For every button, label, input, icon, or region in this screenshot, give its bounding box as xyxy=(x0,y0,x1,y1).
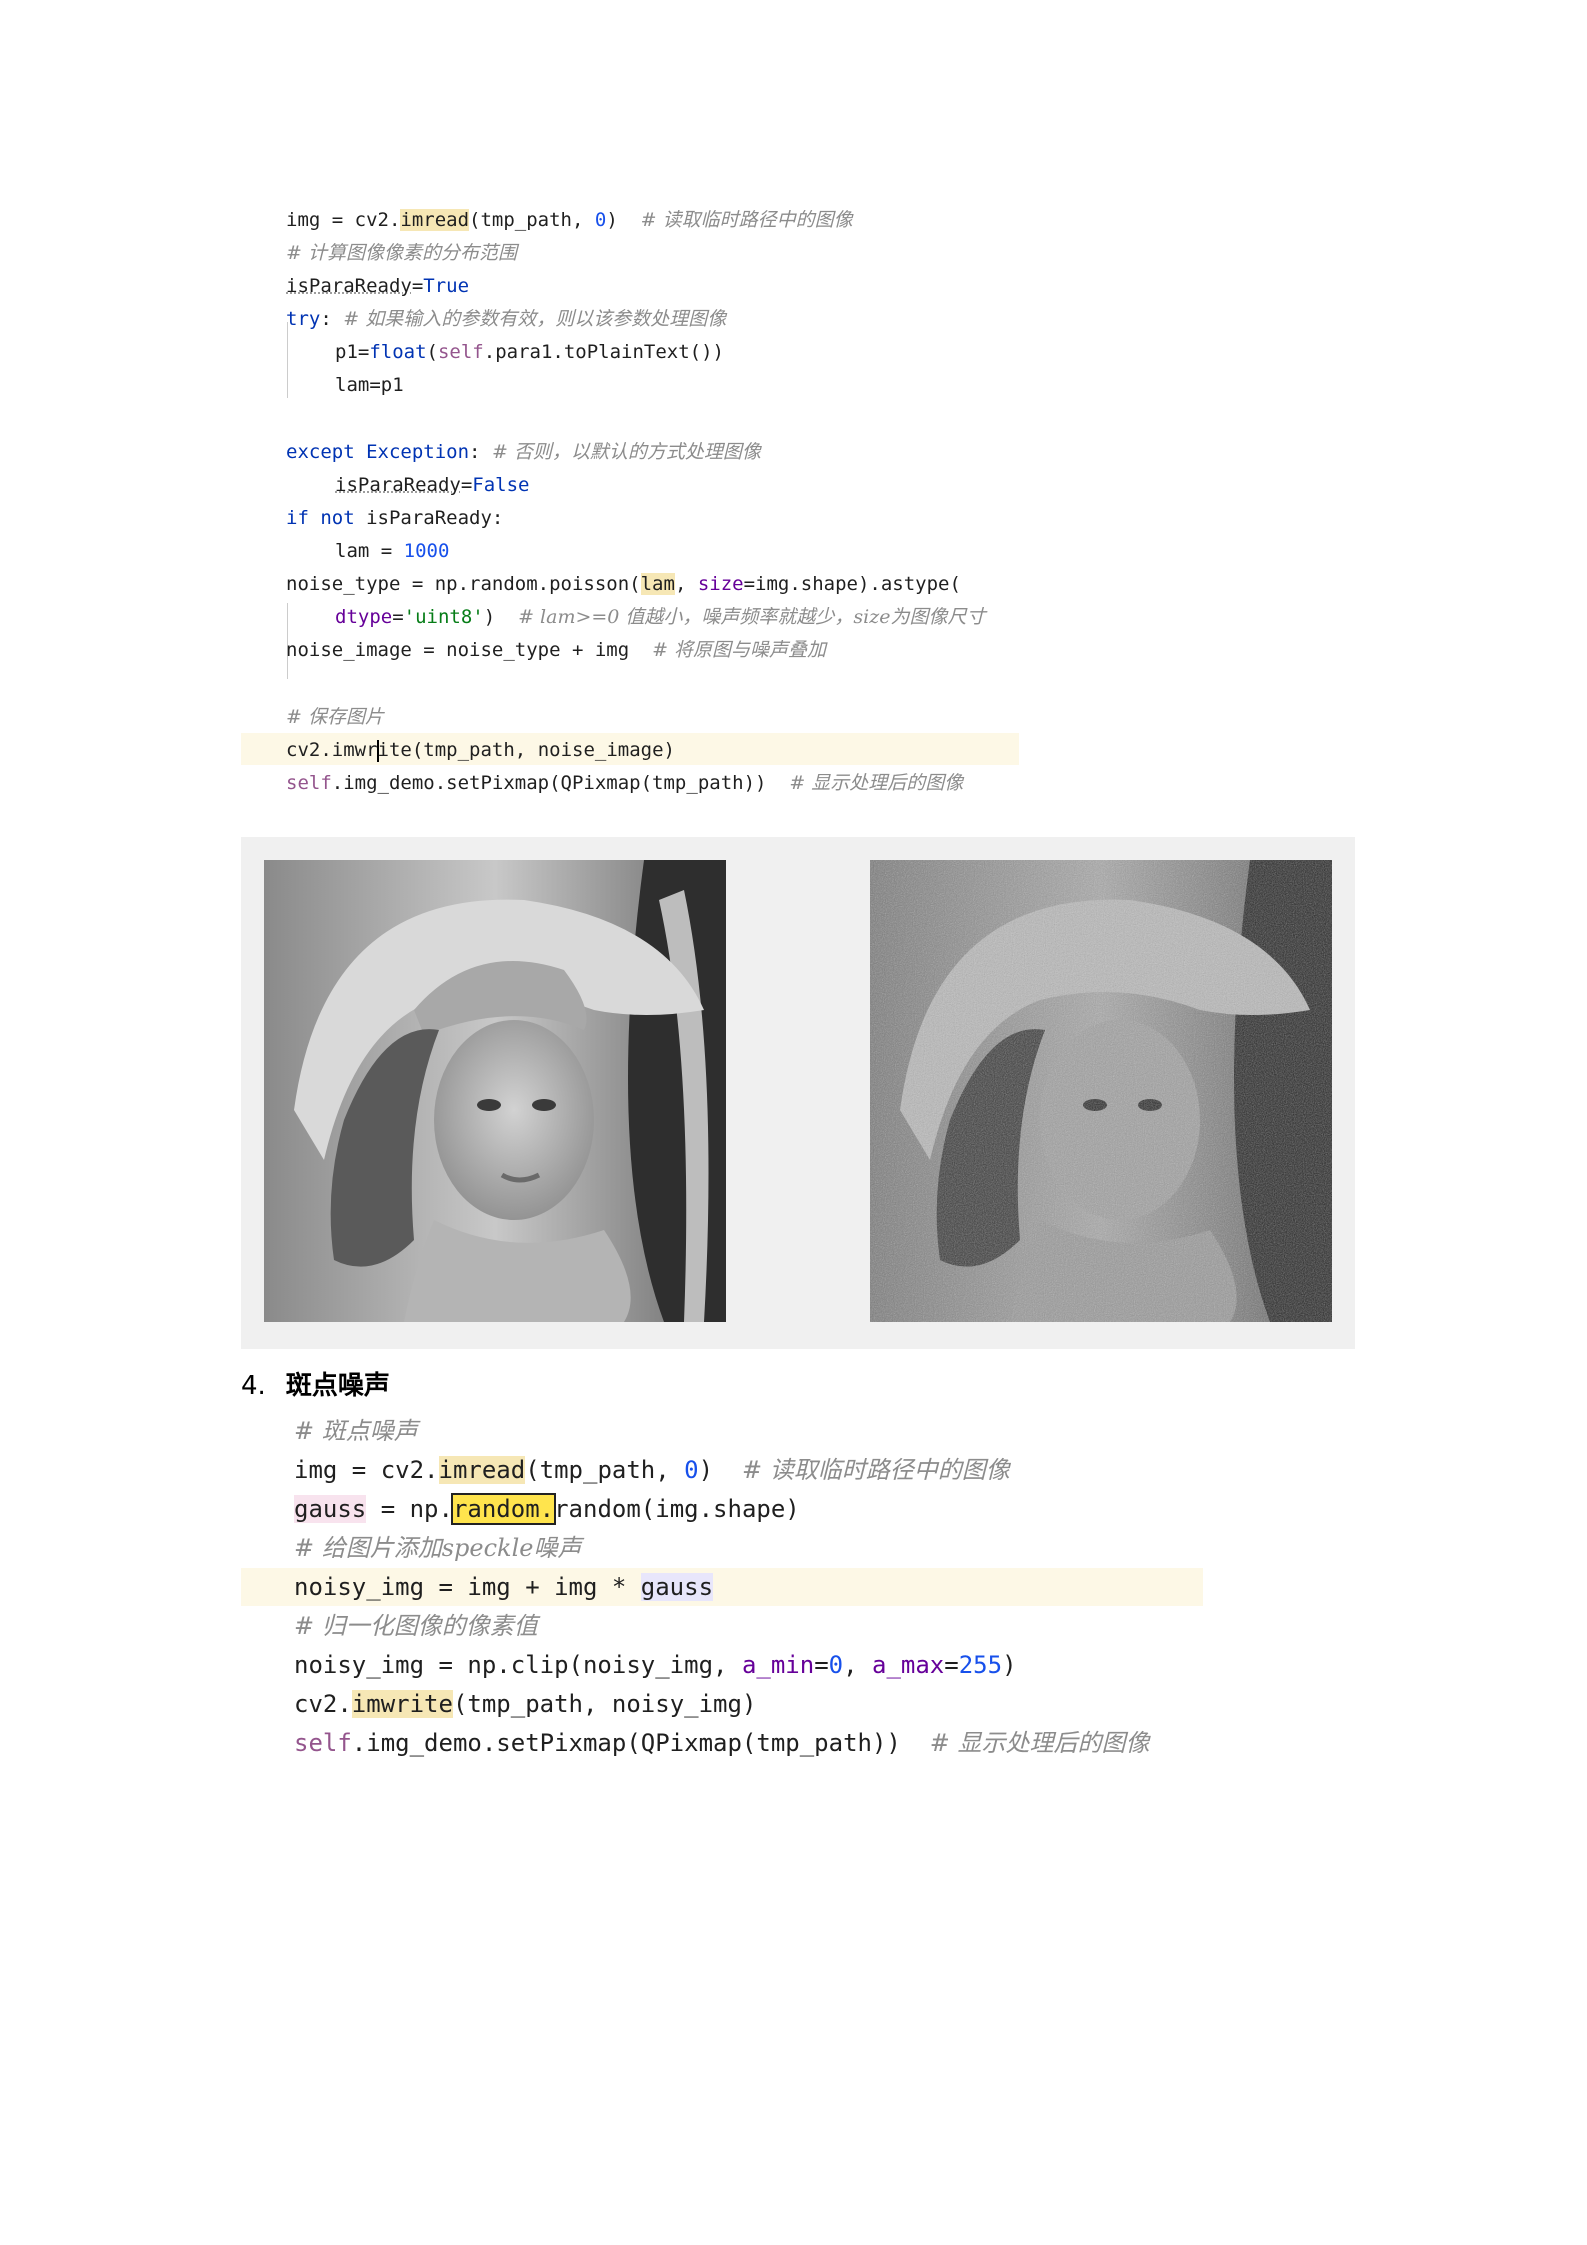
code-line: isParaReady=False xyxy=(335,474,530,496)
code-line: cv2.imwrite(tmp_path, noise_image) xyxy=(286,739,675,762)
code-line: lam=p1 xyxy=(335,374,404,396)
code-comment: # 归一化图像的像素值 xyxy=(294,1612,538,1640)
code-line: noisy_img = img + img * gauss xyxy=(294,1573,714,1601)
code-comment: # 给图片添加speckle噪声 xyxy=(294,1534,582,1562)
code-comment: # 斑点噪声 xyxy=(294,1417,418,1445)
code-block-1: img = cv2.imread(tmp_path, 0) # 读取临时路径中的… xyxy=(0,0,1587,794)
code-line: if not isParaReady: xyxy=(286,507,504,529)
code-line: gauss = np.random.random(img.shape) xyxy=(294,1493,800,1525)
code-line: lam = 1000 xyxy=(335,540,450,562)
code-line: noise_image = noise_type + img # 将原图与噪声叠… xyxy=(286,639,827,661)
code-line: except Exception: # 否则，以默认的方式处理图像 xyxy=(286,441,761,463)
section-number: 4. xyxy=(241,1371,266,1401)
code-comment: # 计算图像像素的分布范围 xyxy=(286,242,517,264)
code-line: img = cv2.imread(tmp_path, 0) # 读取临时路径中的… xyxy=(294,1456,1010,1484)
code-line: try: # 如果输入的参数有效，则以该参数处理图像 xyxy=(286,308,727,330)
code-line: isParaReady=True xyxy=(286,275,470,297)
code-line: noisy_img = np.clip(noisy_img, a_min=0, … xyxy=(294,1651,1017,1679)
code-line: self.img_demo.setPixmap(QPixmap(tmp_path… xyxy=(286,772,964,794)
section-title: 斑点噪声 xyxy=(285,1371,390,1401)
code-comment: # 保存图片 xyxy=(286,706,384,728)
code-line: dtype='uint8') # lam>=0 值越小，噪声频率就越少，size… xyxy=(335,606,986,628)
code-line: img = cv2.imread(tmp_path, 0) # 读取临时路径中的… xyxy=(286,209,853,231)
code-line: noise_type = np.random.poisson(lam, size… xyxy=(286,573,961,595)
original-image xyxy=(264,860,726,1322)
image-comparison-panel xyxy=(241,837,1355,1349)
code-line: cv2.imwrite(tmp_path, noisy_img) xyxy=(294,1690,757,1718)
code-line: self.img_demo.setPixmap(QPixmap(tmp_path… xyxy=(294,1729,1150,1757)
noisy-image xyxy=(870,860,1332,1322)
section-heading: 4. 斑点噪声 xyxy=(241,1365,390,1402)
code-line: p1=float(self.para1.toPlainText()) xyxy=(335,341,724,363)
